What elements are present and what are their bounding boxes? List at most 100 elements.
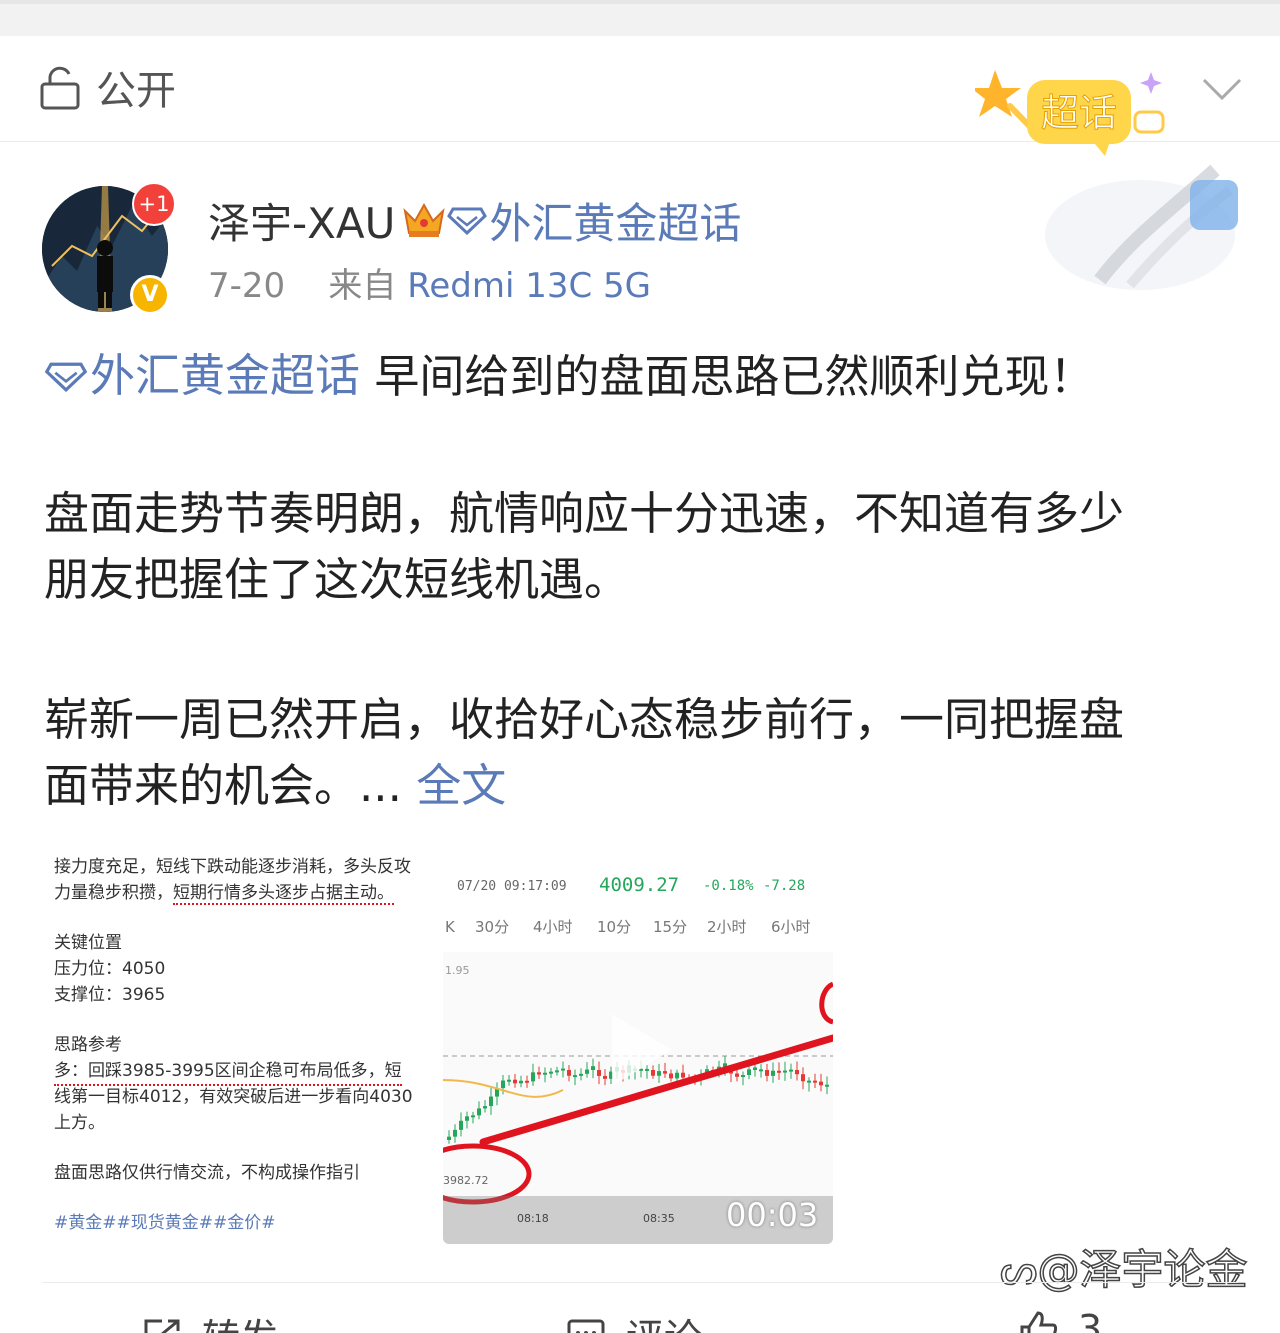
post-date: 7-20 <box>208 266 286 306</box>
candle-body <box>447 1136 451 1140</box>
candle-body <box>765 1070 769 1076</box>
candle-body <box>819 1081 823 1086</box>
video-change-abs: -7.28 <box>763 878 805 894</box>
candle-body <box>747 1069 751 1076</box>
candle-body <box>681 1072 685 1078</box>
idea-text: 多：回踩3985-3995区间企稳可布局低多，短 <box>54 1058 402 1086</box>
candle-body <box>549 1071 553 1074</box>
supertopic-badge-icon[interactable]: 超话 <box>975 66 1175 162</box>
idea-text: 上方。 <box>54 1113 105 1133</box>
chevron-down-icon[interactable] <box>1200 74 1244 104</box>
underlined-text: 短期行情多头逐步占据主动。 <box>173 883 394 905</box>
play-icon[interactable] <box>606 1010 676 1090</box>
period-tab: 6小时 <box>771 918 811 936</box>
support-level: 支撑位：3965 <box>54 985 166 1005</box>
candle-body <box>585 1069 589 1074</box>
candle-body <box>537 1072 541 1075</box>
post-line-3: 朋友把握住了这次短线机遇。 <box>44 553 630 606</box>
like-button[interactable]: 3 <box>1018 1307 1102 1333</box>
candle-body <box>783 1070 787 1073</box>
candle-body <box>525 1080 529 1083</box>
candle-body <box>813 1080 817 1083</box>
candle-body <box>453 1129 457 1137</box>
repost-button[interactable]: 转发 <box>142 1307 278 1333</box>
candle-body <box>741 1075 745 1078</box>
post-line-5: 面带来的机会。... 全文 <box>44 752 1244 820</box>
period-tab: K <box>445 918 456 936</box>
comment-label: 评论 <box>626 1307 702 1333</box>
candle-body <box>555 1070 559 1073</box>
post-line-2: 盘面走势节奏明朗，航情响应十分迅速，不知道有多少 <box>44 487 1125 540</box>
candle-body <box>777 1070 781 1073</box>
candle-body <box>459 1120 463 1130</box>
notification-badge: +1 <box>132 182 176 226</box>
video-change-pct: -0.18% <box>703 878 754 894</box>
candle-body <box>543 1072 547 1075</box>
post-device[interactable]: Redmi 13C 5G <box>407 266 651 306</box>
image-card-analysis[interactable]: 接力度充足，短线下跌动能逐步消耗，多头反攻 力量稳步积攒，短期行情多头逐步占据主… <box>44 848 432 1238</box>
period-tab: 15分 <box>653 918 687 936</box>
lock-icon <box>40 66 80 110</box>
candle-body <box>477 1108 481 1116</box>
video-datetime: 07/20 09:17:09 <box>457 879 567 894</box>
resistance-level: 压力位：4050 <box>54 959 166 979</box>
repost-label: 转发 <box>202 1307 278 1333</box>
hashtags[interactable]: #黄金##现货黄金##金价# <box>54 1210 275 1236</box>
candle-body <box>561 1068 565 1071</box>
post-topic-link[interactable]: 外汇黄金超话 <box>44 342 360 410</box>
post-topic-label: 外汇黄金超话 <box>90 349 361 402</box>
video-price: 4009.27 <box>599 874 679 896</box>
analysis-text: 接力度充足，短线下跌动能逐步消耗，多头反攻 <box>54 857 411 877</box>
candle-body <box>489 1096 493 1107</box>
repost-icon <box>144 1319 180 1333</box>
top-gap <box>0 0 1280 36</box>
candle-body <box>573 1075 577 1078</box>
comment-icon <box>567 1319 605 1333</box>
idea-text: 线第一目标4012，有效突破后进一步看向4030 <box>54 1087 413 1107</box>
time-tick: 08:18 <box>517 1212 549 1225</box>
period-tab: 4小时 <box>533 918 573 936</box>
low-label: 3982.72 <box>443 1174 489 1187</box>
post-line-5-text: 面带来的机会。... <box>44 759 402 812</box>
supertopic-badge-label: 超话 <box>1041 91 1117 135</box>
candle-body <box>531 1072 535 1082</box>
diamond-icon <box>44 362 88 392</box>
candle-body <box>567 1070 571 1076</box>
time-tick: 08:35 <box>643 1212 675 1225</box>
candle-body <box>471 1115 475 1118</box>
author-topic-link[interactable]: 外汇黄金超话 <box>447 190 741 251</box>
video-duration: 00:03 <box>726 1196 819 1234</box>
diamond-icon <box>447 207 488 235</box>
visibility-label[interactable]: 公开 <box>96 66 176 116</box>
candle-body <box>579 1073 583 1076</box>
action-bar: 转发 评论 3 <box>42 1282 1238 1333</box>
comment-button[interactable]: 评论 <box>566 1307 702 1333</box>
candle-body <box>591 1066 595 1070</box>
candle-body <box>735 1073 739 1077</box>
period-tab: 10分 <box>597 918 631 936</box>
candle-body <box>507 1079 511 1082</box>
author-name[interactable]: 泽宇-XAU <box>208 190 395 251</box>
thumbs-up-icon <box>1020 1311 1058 1333</box>
disclaimer: 盘面思路仅供行情交流，不构成操作指引 <box>54 1163 360 1183</box>
candle-body <box>759 1069 763 1072</box>
post-line-1-text: 早间给到的盘面思路已然顺利兑现！ <box>374 350 1095 403</box>
author-topic-label: 外汇黄金超话 <box>489 198 742 248</box>
post-meta: 7-20 来自 Redmi 13C 5G <box>208 258 651 307</box>
period-tab: 30分 <box>475 918 509 936</box>
full-text-link[interactable]: 全文 <box>416 759 506 812</box>
verified-icon: V <box>130 275 170 315</box>
candle-body <box>465 1116 469 1121</box>
candle-body <box>483 1106 487 1109</box>
key-levels-title: 关键位置 <box>54 933 122 953</box>
candle-body <box>825 1084 829 1087</box>
candle-body <box>771 1070 775 1076</box>
candle-body <box>501 1080 505 1089</box>
candle-body <box>513 1079 517 1084</box>
analysis-text: 力量稳步积攒，短期行情多头逐步占据主动。 <box>54 883 394 905</box>
author-row: 泽宇-XAU 外汇黄金超话 <box>208 192 741 248</box>
post-source-prefix: 来自 <box>328 266 397 306</box>
scale-label: 1.95 <box>445 964 470 977</box>
candle-body <box>795 1070 799 1075</box>
candle-body <box>789 1069 793 1072</box>
